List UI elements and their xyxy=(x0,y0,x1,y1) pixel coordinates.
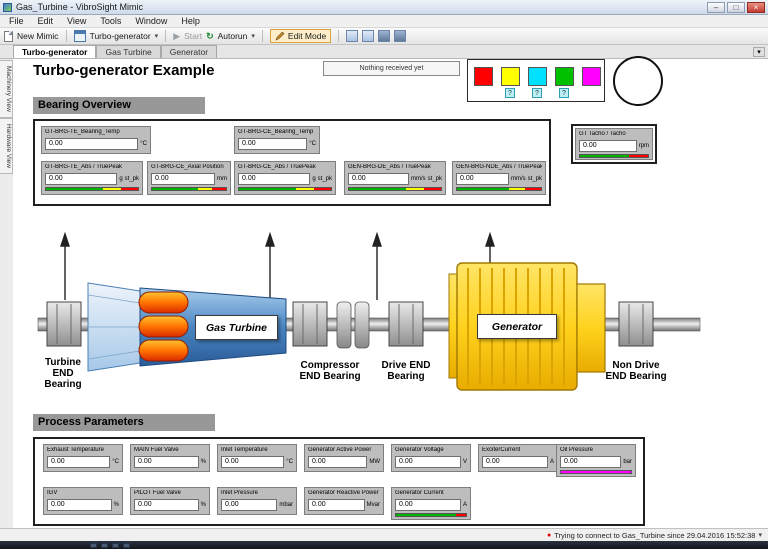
windows-taskbar[interactable] xyxy=(0,541,768,549)
process-widget-generator-active-power[interactable]: Generator Active Power 0.00MW xyxy=(304,444,384,472)
gas-turbine-label: Gas Turbine xyxy=(195,315,278,340)
widget-title: Generator Reactive Power xyxy=(308,490,380,497)
process-widget-pilot-fuel-valve[interactable]: PILOT Fuel Valve 0.00% xyxy=(130,487,210,515)
widget-unit: % xyxy=(114,502,119,508)
bearing-label-turbine-end: Turbine END Bearing xyxy=(36,357,90,390)
widget-unit: % xyxy=(201,459,206,465)
widget-unit: A xyxy=(463,502,467,508)
turbine-exhaust xyxy=(88,283,140,371)
process-widget-oil-pressure[interactable]: Oil Pressure 0.00bar xyxy=(556,444,636,477)
widget-unit: bar xyxy=(623,459,632,465)
widget-unit: V xyxy=(463,459,467,465)
widget-unit: °C xyxy=(112,459,119,465)
connection-status-text: Trying to connect to Gas_Turbine since 2… xyxy=(554,531,755,540)
widget-value: 0.00 xyxy=(134,499,199,511)
widget-title: IGV xyxy=(47,490,119,497)
taskbar-icon[interactable] xyxy=(90,543,97,548)
combustors xyxy=(139,292,188,361)
process-widget-generator-reactive-power[interactable]: Generator Reactive Power 0.00Mvar xyxy=(304,487,384,515)
widget-title: Inlet Pressure xyxy=(221,490,293,497)
process-widget-main-fuel-valve[interactable]: MAIN Fuel Valve 0.00% xyxy=(130,444,210,472)
widget-value: 0.00 xyxy=(221,499,277,511)
process-widget-exhaust-temperature[interactable]: Exhaust Temperature 0.00°C xyxy=(43,444,123,472)
bearing-label-compressor-end: Compressor END Bearing xyxy=(293,360,367,382)
widget-title: Inlet Temperature xyxy=(221,447,293,454)
widget-title: PILOT Fuel Valve xyxy=(134,490,206,497)
process-widget-generator-current[interactable]: Generator Current 0.00A xyxy=(391,487,471,520)
widget-title: Oil Pressure xyxy=(560,447,632,454)
status-bar: ● Trying to connect to Gas_Turbine since… xyxy=(0,528,768,541)
widget-title: Generator Voltage xyxy=(395,447,467,454)
oil-pressure-bar xyxy=(560,470,632,474)
process-widget-igv[interactable]: IGV 0.00% xyxy=(43,487,123,515)
process-parameters-header: Process Parameters xyxy=(33,414,215,431)
widget-value: 0.00 xyxy=(47,456,110,468)
generator-label: Generator xyxy=(477,314,557,339)
widget-title: ExciterCurrent xyxy=(482,447,554,454)
taskbar-icon[interactable] xyxy=(112,543,119,548)
widget-value: 0.00 xyxy=(308,499,365,511)
generator-current-bar xyxy=(395,513,467,517)
process-widget-inlet-temperature[interactable]: Inlet Temperature 0.00°C xyxy=(217,444,297,472)
widget-value: 0.00 xyxy=(560,456,621,468)
widget-title: MAIN Fuel Valve xyxy=(134,447,206,454)
taskbar-icon[interactable] xyxy=(123,543,130,548)
widget-value: 0.00 xyxy=(47,499,112,511)
taskbar-icon[interactable] xyxy=(101,543,108,548)
process-widget-inlet-pressure[interactable]: Inlet Pressure 0.00mbar xyxy=(217,487,297,515)
widget-unit: % xyxy=(201,502,206,508)
widget-title: Exhaust Temperature xyxy=(47,447,119,454)
application-window: Gas_Turbine - VibroSight Mimic – □ × Fil… xyxy=(0,0,768,549)
widget-unit: °C xyxy=(286,459,293,465)
widget-value: 0.00 xyxy=(482,456,548,468)
widget-value: 0.00 xyxy=(308,456,367,468)
widget-unit: mbar xyxy=(279,502,293,508)
chevron-down-icon[interactable]: ▾ xyxy=(758,531,762,539)
widget-value: 0.00 xyxy=(134,456,199,468)
widget-value: 0.00 xyxy=(395,456,461,468)
widget-unit: Mvar xyxy=(367,502,380,508)
widget-value: 0.00 xyxy=(221,456,284,468)
widget-unit: A xyxy=(550,459,554,465)
widget-value: 0.00 xyxy=(395,499,461,511)
widget-unit: MW xyxy=(369,459,380,465)
bearing-label-non-drive-end: Non Drive END Bearing xyxy=(604,360,668,382)
connection-status-icon: ● xyxy=(547,532,551,539)
widget-title: Generator Current xyxy=(395,490,467,497)
widget-title: Generator Active Power xyxy=(308,447,380,454)
process-widget-generator-voltage[interactable]: Generator Voltage 0.00V xyxy=(391,444,471,472)
process-widget-exciter-current[interactable]: ExciterCurrent 0.00A xyxy=(478,444,558,472)
bearing-label-drive-end: Drive END Bearing xyxy=(380,360,432,382)
